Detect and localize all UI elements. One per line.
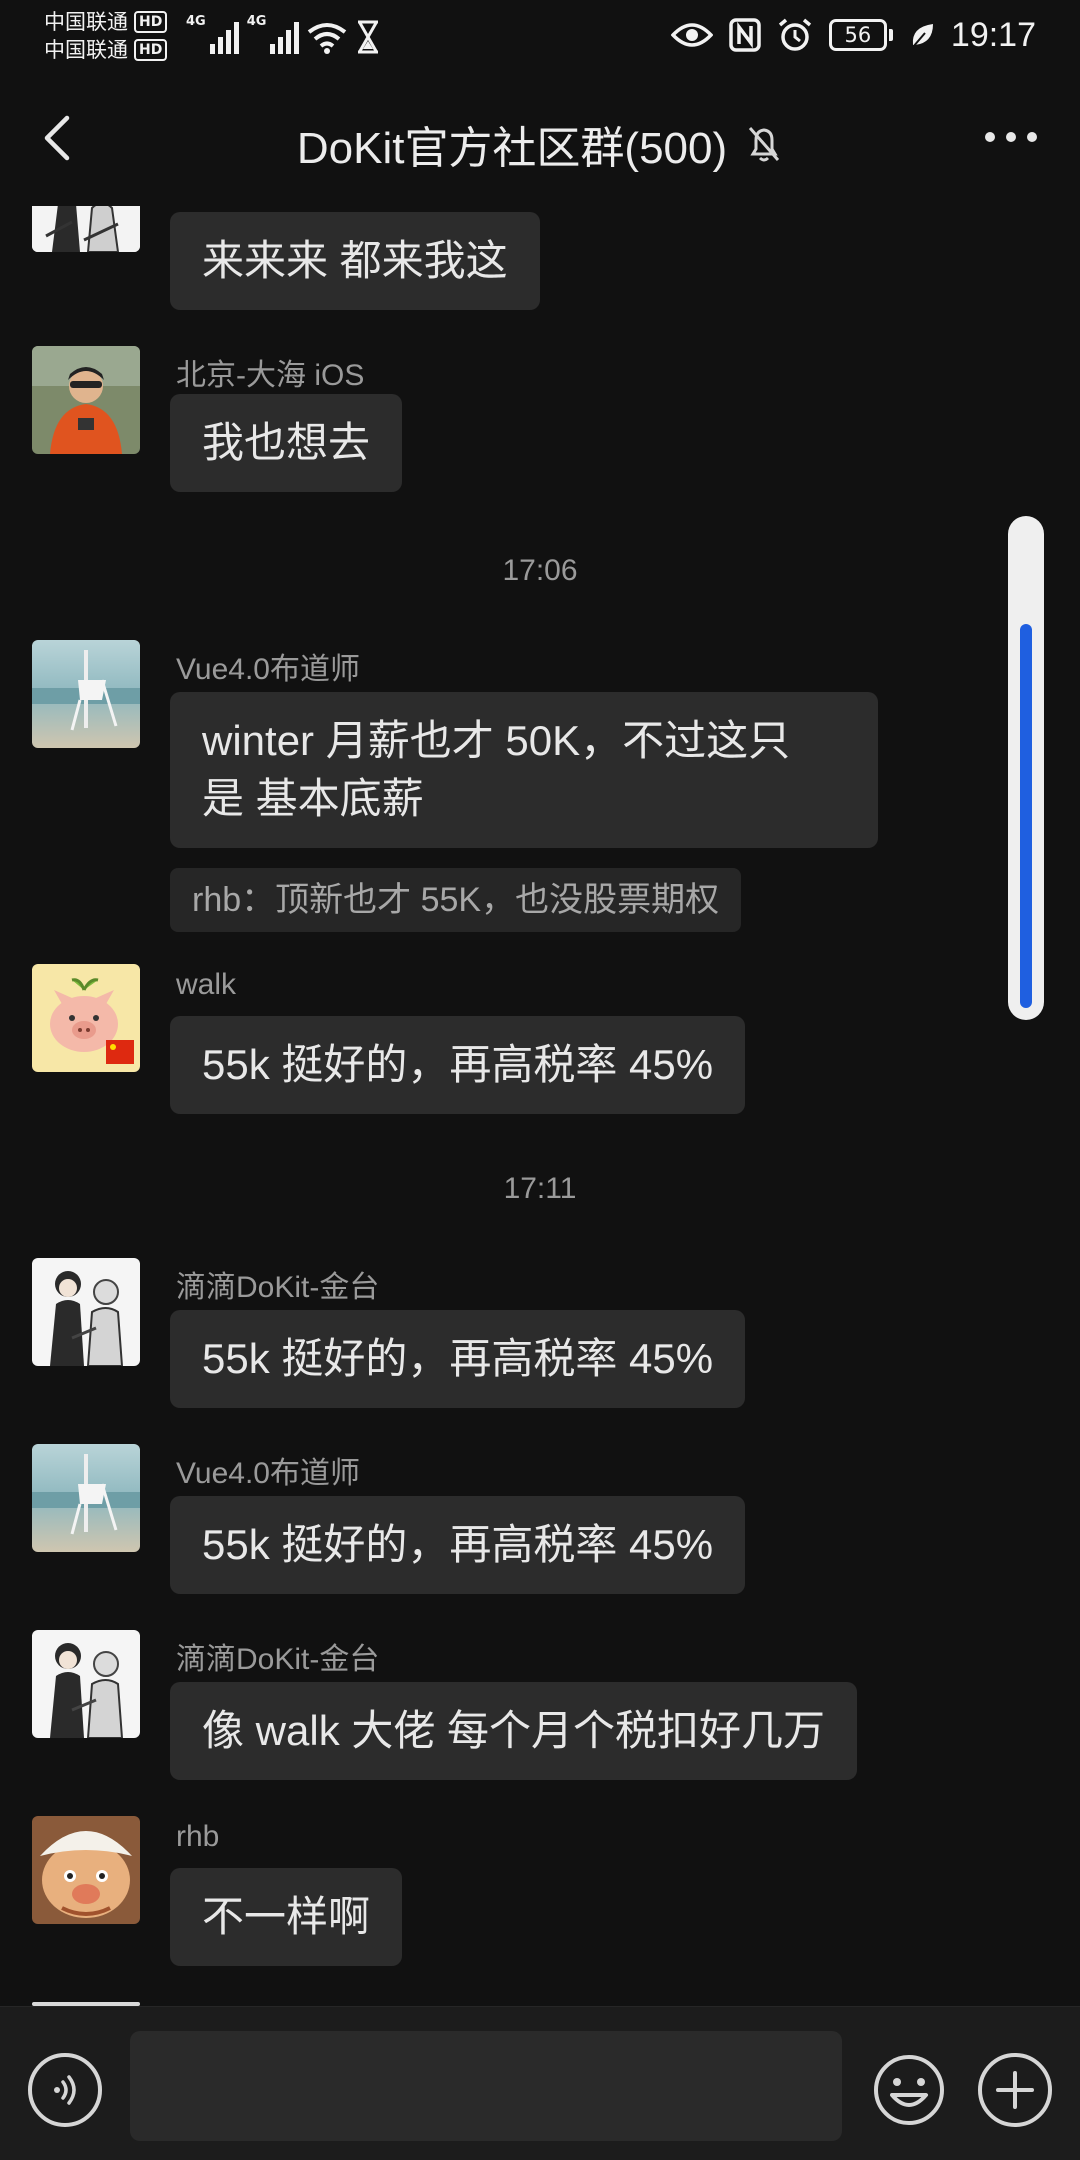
message-bubble[interactable]: 来来来 都来我这 [170,212,540,310]
battery-level: 56 [828,19,887,51]
avatar[interactable] [32,640,140,748]
leaf-icon [912,24,933,48]
avatar[interactable] [32,964,140,1072]
avatar[interactable] [32,1258,140,1366]
voice-button[interactable] [28,2053,102,2127]
more-dots-icon [985,132,1037,142]
sender-name[interactable]: 北京-大海 iOS [176,350,364,394]
signal-indicators: 4G 4G [186,14,381,54]
message-bubble[interactable]: 55k 挺好的，再高税率 45% [170,1496,746,1594]
message-item: walk 55k 挺好的，再高税率 45% [32,964,812,1134]
hourglass-icon [358,20,379,54]
voice-icon [54,2075,76,2105]
time-separator: 17:11 [503,1172,577,1205]
message-item: rhb 不一样啊 [32,1816,592,1986]
avatar[interactable] [32,1816,140,1924]
message-text-line: 是 基本底薪 [202,775,424,822]
carrier-2-label: 中国联通 [44,38,128,62]
plus-icon [996,2071,1034,2109]
chat-title[interactable]: DoKit官方社区群(500) [297,112,727,176]
time-separator: 17:06 [502,554,578,587]
message-item: 来来来 都来我这 [32,206,592,324]
signal-strength-2-icon [270,20,300,54]
carrier-info: 中国联通 HD 中国联通 HD [44,8,168,64]
signal-strength-1-icon [209,20,239,54]
sender-name[interactable]: 滴滴DoKit-金台 [176,1634,379,1678]
message-item: 滴滴DoKit-金台 55k 挺好的，再高税率 45% [32,1258,812,1428]
network-type-1: 4G [186,14,206,29]
avatar[interactable] [32,1444,140,1552]
message-text-line: winter 月薪也才 50K，不过这只 [202,717,791,764]
emoji-icon [874,2055,944,2125]
sender-name[interactable]: walk [176,968,236,1002]
scrollbar-track[interactable] [1008,516,1044,1020]
input-bar [0,2006,1080,2160]
message-bubble[interactable]: winter 月薪也才 50K，不过这只 是 基本底薪 [170,692,878,848]
alarm-icon [778,18,812,51]
wifi-icon [308,23,347,54]
more-options-button[interactable] [978,112,1044,162]
quoted-reply[interactable]: rhb：顶新也才 55K，也没股票期权 [170,868,742,932]
scrollbar-thumb[interactable] [1020,624,1032,1008]
sender-name[interactable]: Vue4.0布道师 [176,644,360,688]
message-item: Vue4.0布道师 55k 挺好的，再高税率 45% [32,1444,812,1614]
sender-name[interactable]: rhb [176,1820,219,1854]
nfc-icon [729,18,761,52]
hd-badge-2: HD [134,39,168,61]
message-bubble[interactable]: 不一样啊 [170,1868,403,1966]
status-bar: 中国联通 HD 中国联通 HD 4G 4G 56 19:17 [0,0,1080,70]
eye-icon [670,23,713,47]
message-item: 滴滴DoKit-金台 像 walk 大佬 每个月个税扣好几万 [32,1630,932,1800]
status-right-group: 56 19:17 [670,12,1036,58]
message-bubble[interactable]: 55k 挺好的，再高税率 45% [170,1016,746,1114]
title-group: DoKit官方社区群(500) [0,112,1080,176]
status-time: 19:17 [950,15,1036,54]
avatar[interactable] [32,1630,140,1738]
message-bubble[interactable]: 像 walk 大佬 每个月个税扣好几万 [170,1682,858,1780]
avatar[interactable] [32,346,140,454]
network-type-2: 4G [246,14,267,29]
message-bubble[interactable]: 55k 挺好的，再高税率 45% [170,1310,746,1408]
more-actions-button[interactable] [978,2053,1052,2127]
emoji-button[interactable] [872,2053,946,2127]
avatar[interactable] [32,206,140,252]
muted-bell-icon [749,127,780,162]
message-item: Vue4.0布道师 winter 月薪也才 50K，不过这只 是 基本底薪 rh… [32,640,932,932]
hd-badge-1: HD [134,11,168,33]
chat-message-list[interactable]: 来来来 都来我这 北京-大海 iOS 我也想去 17:06 Vue4.0布道师 … [0,206,1080,2006]
message-item: 北京-大海 iOS 我也想去 [32,346,592,516]
message-input[interactable] [130,2031,842,2141]
sender-name[interactable]: 滴滴DoKit-金台 [176,1262,379,1306]
message-bubble[interactable]: 我也想去 [170,394,403,492]
battery-icon: 56 [828,19,893,51]
chat-header: DoKit官方社区群(500) [0,70,1080,206]
carrier-1-label: 中国联通 [44,10,128,34]
sender-name[interactable]: Vue4.0布道师 [176,1448,360,1492]
